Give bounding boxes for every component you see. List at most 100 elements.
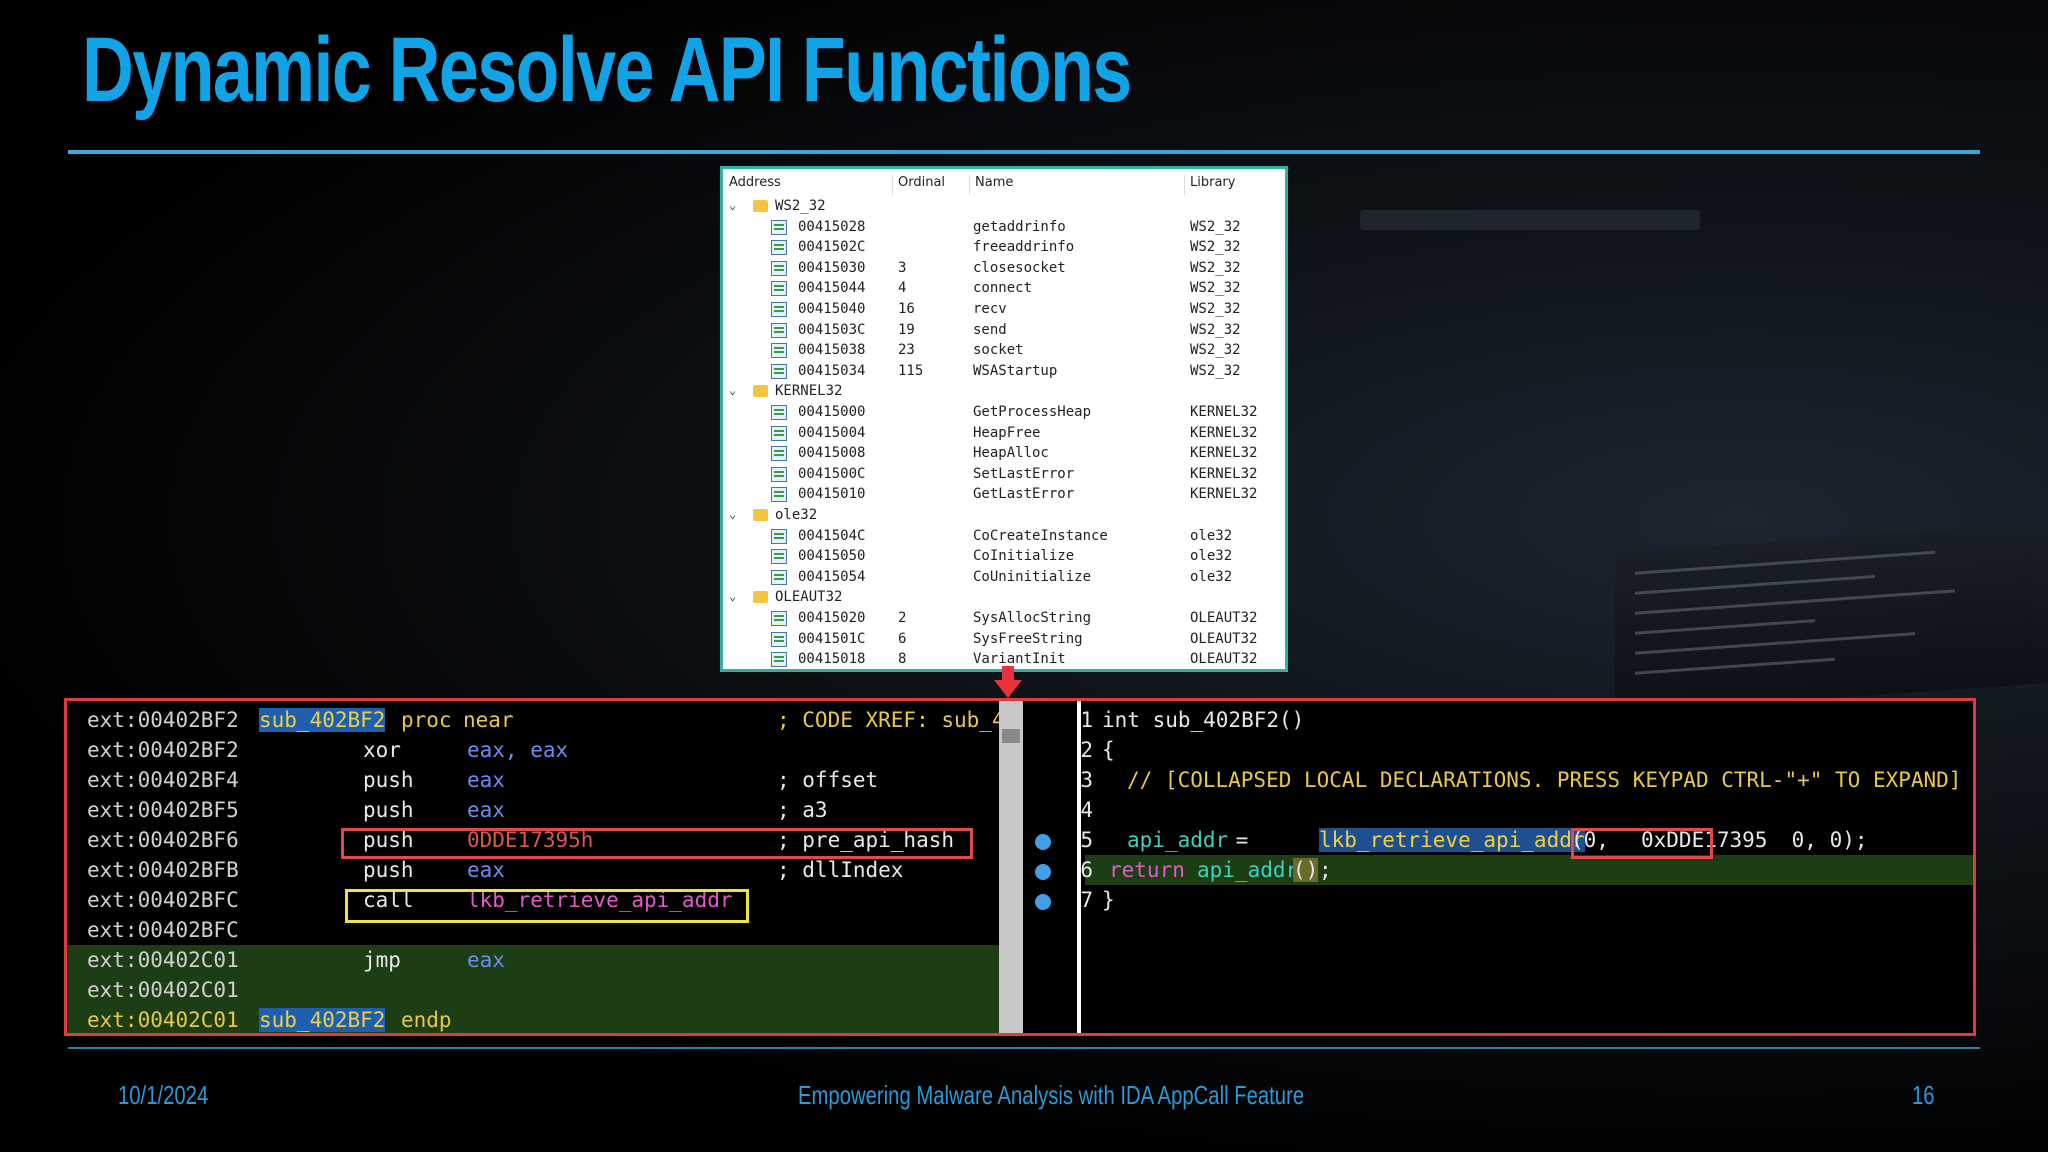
import-name: recv (973, 301, 1007, 317)
column-header-address[interactable]: Address (729, 175, 781, 190)
func-call-name[interactable]: lkb_retrieve_api_addr (1319, 828, 1585, 852)
import-library: ole32 (1190, 527, 1233, 544)
disasm-address: ext:00402BF2 (87, 708, 239, 732)
import-group-row[interactable]: ⌄ ole32 (723, 506, 1285, 526)
import-ordinal: 8 (898, 651, 907, 668)
imports-header: Address Ordinal Name Library (723, 175, 1285, 195)
import-address: 00415050 (798, 548, 866, 565)
import-library: OLEAUT32 (1190, 610, 1258, 626)
disasm-line[interactable]: ext:00402BF2 xor eax, eax (67, 735, 999, 765)
line-number: 5 (1080, 828, 1093, 852)
import-row[interactable]: 00415038 23 socket WS2_32 (723, 341, 1285, 361)
import-address: 0041500C (798, 465, 866, 482)
disasm-line[interactable]: ext:00402C01 jmp eax (67, 945, 999, 975)
disasm-address: ext:00402BFC (87, 918, 239, 942)
chevron-down-icon[interactable]: ⌄ (729, 383, 736, 397)
import-name: socket (973, 342, 1024, 359)
return-var[interactable]: api_addr (1197, 858, 1298, 882)
import-library: ole32 (1190, 548, 1233, 565)
import-row[interactable]: 00415004 HeapFree KERNEL32 (723, 424, 1285, 444)
function-icon (771, 466, 787, 486)
disasm-label[interactable]: sub_402BF2 (259, 1008, 386, 1032)
import-row[interactable]: 00415054 CoUninitialize ole32 (723, 568, 1285, 588)
import-library: KERNEL32 (1190, 424, 1258, 441)
import-address: 00415018 (798, 651, 866, 668)
disasm-line[interactable]: ext:00402BF4 push eax ; offset (67, 765, 999, 795)
column-header-library[interactable]: Library (1190, 175, 1235, 190)
function-icon (771, 363, 787, 383)
import-name: SysAllocString (973, 610, 1092, 626)
func-signature[interactable]: int sub_402BF2() (1102, 708, 1304, 732)
import-row[interactable]: 00415040 16 recv WS2_32 (723, 300, 1285, 320)
import-address: 0041501C (798, 630, 866, 647)
disasm-operand[interactable]: eax (467, 798, 505, 822)
disasm-line[interactable]: ext:00402BFB push eax ; dllIndex (67, 855, 999, 885)
import-row[interactable]: 00415044 4 connect WS2_32 (723, 279, 1285, 299)
disasm-line[interactable]: ext:00402BF5 push eax ; a3 (67, 795, 999, 825)
import-row[interactable]: 0041500C SetLastError KERNEL32 (723, 465, 1285, 485)
import-library: WS2_32 (1190, 362, 1241, 379)
import-row[interactable]: 0041502C freeaddrinfo WS2_32 (723, 238, 1285, 258)
disasm-line[interactable]: ext:00402C01 sub_402BF2 endp (67, 1005, 999, 1033)
disasm-address: ext:00402C01 (87, 1008, 239, 1032)
breakpoint-dot-icon[interactable] (1035, 834, 1051, 850)
import-group-row[interactable]: ⌄ WS2_32 (723, 197, 1285, 217)
disasm-mnemonic: proc (401, 708, 452, 732)
scrollbar-thumb[interactable] (1002, 729, 1020, 743)
import-name: HeapAlloc (973, 445, 1049, 462)
breakpoint-dot-icon[interactable] (1035, 864, 1051, 880)
import-row[interactable]: 0041501C 6 SysFreeString OLEAUT32 (723, 630, 1285, 650)
return-keyword: return (1109, 858, 1185, 882)
folder-icon (753, 385, 768, 401)
disasm-scrollbar[interactable] (999, 701, 1023, 1033)
background-monitor (1615, 522, 2048, 714)
collapsed-declarations[interactable]: // [COLLAPSED LOCAL DECLARATIONS. PRESS … (1127, 768, 1961, 792)
line-number: 4 (1080, 798, 1093, 822)
disasm-line[interactable]: ext:00402C01 (67, 975, 999, 1005)
import-name: GetLastError (973, 486, 1075, 503)
arrow-down-icon (994, 666, 1022, 698)
import-library: KERNEL32 (1190, 486, 1258, 503)
import-address: 0041504C (798, 527, 866, 544)
import-name: HeapFree (973, 424, 1041, 441)
import-row[interactable]: 00415000 GetProcessHeap KERNEL32 (723, 403, 1285, 423)
disasm-comment: ; dllIndex (777, 858, 904, 882)
disasm-operand[interactable]: eax (467, 858, 505, 882)
disasm-label[interactable]: sub_402BF2 (259, 708, 386, 732)
imports-window: Address Ordinal Name Library ⌄ WS2_32 0041… (720, 166, 1288, 672)
import-name: getaddrinfo (973, 218, 1066, 235)
import-row[interactable]: 0041503C 19 send WS2_32 (723, 321, 1285, 341)
disasm-address: ext:00402BF5 (87, 798, 239, 822)
import-name: WSAStartup (973, 362, 1058, 379)
disasm-operand[interactable]: eax (467, 768, 505, 792)
function-icon (771, 302, 787, 321)
import-library: WS2_32 (1190, 239, 1241, 256)
import-row[interactable]: 0041504C CoCreateInstance ole32 (723, 527, 1285, 547)
chevron-down-icon[interactable]: ⌄ (729, 589, 736, 603)
chevron-down-icon[interactable]: ⌄ (729, 507, 736, 521)
import-row[interactable]: 00415010 GetLastError KERNEL32 (723, 485, 1285, 505)
import-group-row[interactable]: ⌄ OLEAUT32 (723, 588, 1285, 608)
breakpoint-dot-icon[interactable] (1035, 894, 1051, 910)
code-panel: ext:00402BF2 sub_402BF2 proc near ; CODE XRE… (64, 698, 1976, 1036)
import-group-row[interactable]: ⌄ KERNEL32 (723, 382, 1285, 402)
import-address: 00415034 (798, 362, 866, 379)
disasm-operand[interactable]: eax (467, 948, 505, 972)
disasm-line[interactable]: ext:00402BF2 sub_402BF2 proc near ; CODE XRE… (67, 705, 1005, 735)
function-icon (771, 240, 787, 259)
import-row[interactable]: 00415028 getaddrinfo WS2_32 (723, 218, 1285, 238)
chevron-down-icon[interactable]: ⌄ (729, 198, 736, 212)
assign-op: = (1223, 828, 1261, 852)
disasm-operand[interactable]: eax, eax (467, 738, 568, 762)
import-address: 00415038 (798, 342, 866, 359)
import-row[interactable]: 00415050 CoInitialize ole32 (723, 547, 1285, 567)
import-row[interactable]: 00415020 2 SysAllocString OLEAUT32 (723, 609, 1285, 629)
var-api-addr[interactable]: api_addr (1127, 828, 1228, 852)
column-header-ordinal[interactable]: Ordinal (898, 175, 945, 190)
disasm-comment: ; CODE XREF: sub_4 (777, 708, 1005, 732)
column-header-name[interactable]: Name (975, 175, 1013, 190)
import-row[interactable]: 00415008 HeapAlloc KERNEL32 (723, 444, 1285, 464)
import-row[interactable]: 00415034 115 WSAStartup WS2_32 (723, 362, 1285, 382)
disasm-mnemonic: xor (363, 738, 401, 762)
import-row[interactable]: 00415030 3 closesocket WS2_32 (723, 259, 1285, 279)
